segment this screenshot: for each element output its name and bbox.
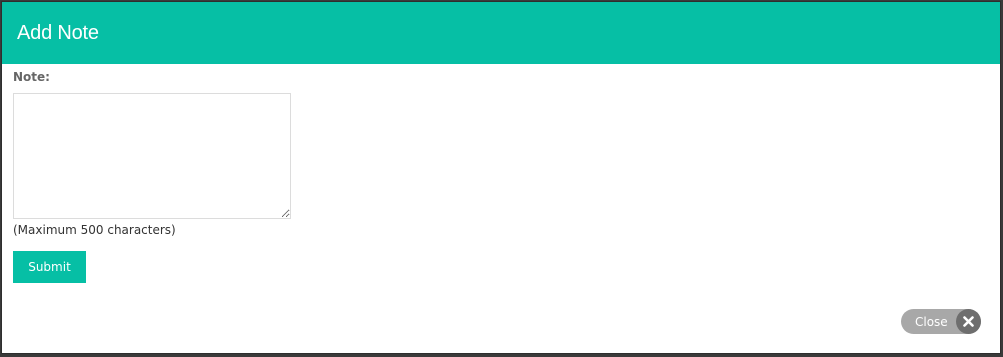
max-characters-hint: (Maximum 500 characters) [13, 223, 176, 237]
note-textarea[interactable] [13, 93, 291, 219]
add-note-dialog: Add Note Note: (Maximum 500 characters) … [1, 1, 1001, 354]
dialog-header: Add Note [2, 2, 1000, 64]
close-icon[interactable] [956, 309, 981, 334]
close-button[interactable]: Close [901, 309, 981, 334]
close-label: Close [915, 315, 948, 329]
times-icon [963, 316, 974, 327]
note-label: Note: [13, 70, 50, 84]
dialog-title: Add Note [17, 22, 99, 44]
submit-button[interactable]: Submit [13, 251, 86, 283]
